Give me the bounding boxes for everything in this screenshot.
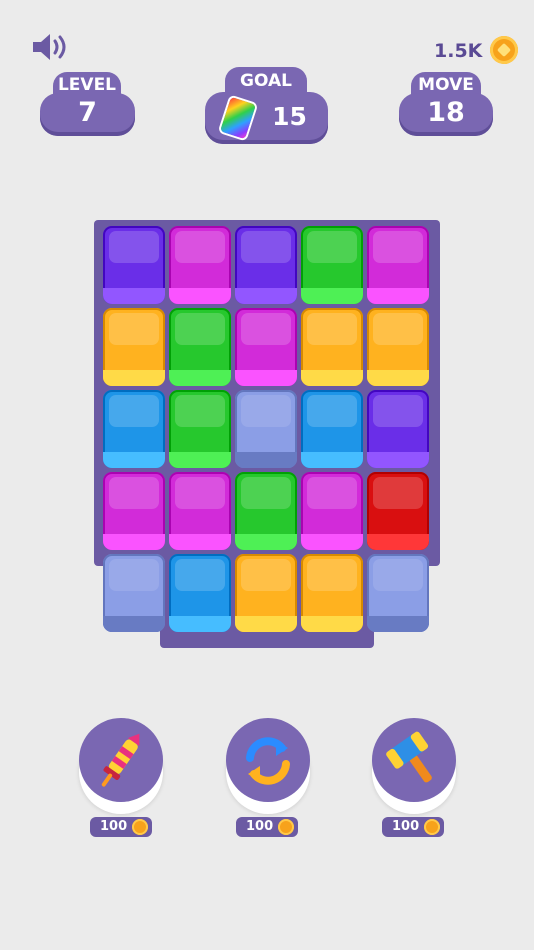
coin-icon — [490, 36, 518, 64]
magenta-jelly-tile[interactable] — [169, 472, 231, 550]
magenta-jelly-tile[interactable] — [301, 472, 363, 550]
purple-jelly-tile[interactable] — [235, 226, 297, 304]
red-jelly-tile[interactable] — [367, 472, 429, 550]
coin-icon — [278, 819, 294, 835]
magenta-jelly-tile[interactable] — [103, 472, 165, 550]
hammer-price: 100 — [382, 817, 444, 837]
orange-jelly-tile[interactable] — [301, 308, 363, 386]
move-label: MOVE — [418, 75, 474, 95]
hammer-icon — [386, 731, 432, 783]
magenta-jelly-tile[interactable] — [367, 226, 429, 304]
level-value: 7 — [78, 97, 97, 128]
blue-jelly-tile[interactable] — [301, 390, 363, 468]
blue-jelly-tile[interactable] — [169, 554, 231, 632]
green-jelly-tile[interactable] — [169, 390, 231, 468]
magenta-jelly-tile[interactable] — [169, 226, 231, 304]
shuffle-booster-button[interactable] — [226, 718, 310, 802]
empty-slot — [367, 554, 429, 632]
sound-button[interactable] — [30, 31, 72, 63]
blue-jelly-tile[interactable] — [103, 390, 165, 468]
level-label: LEVEL — [57, 75, 117, 95]
rainbow-card-icon — [220, 96, 256, 140]
purple-jelly-tile[interactable] — [367, 390, 429, 468]
rocket-booster-button[interactable] — [79, 718, 163, 802]
purple-jelly-tile[interactable] — [103, 226, 165, 304]
green-jelly-tile[interactable] — [235, 472, 297, 550]
rocket-icon — [101, 733, 140, 787]
coin-icon — [424, 819, 440, 835]
goal-value: 15 — [272, 102, 307, 131]
hammer-booster-button[interactable] — [372, 718, 456, 802]
coin-amount: 1.5K — [434, 40, 483, 62]
speaker-icon — [33, 34, 66, 60]
shuffle-price-text: 100 — [246, 819, 274, 834]
rocket-price: 100 — [90, 817, 152, 837]
coin-icon — [132, 819, 148, 835]
empty-slot — [103, 554, 165, 632]
green-jelly-tile[interactable] — [301, 226, 363, 304]
shuffle-icon — [246, 737, 290, 785]
coin-counter: 1.5K — [430, 36, 520, 66]
shuffle-price: 100 — [236, 817, 298, 837]
orange-jelly-tile[interactable] — [103, 308, 165, 386]
hammer-price-text: 100 — [392, 819, 420, 834]
magenta-jelly-tile[interactable] — [235, 308, 297, 386]
orange-jelly-tile[interactable] — [301, 554, 363, 632]
empty-slot — [235, 390, 297, 468]
rocket-price-text: 100 — [100, 819, 128, 834]
green-jelly-tile[interactable] — [169, 308, 231, 386]
move-value: 18 — [427, 97, 465, 128]
orange-jelly-tile[interactable] — [235, 554, 297, 632]
goal-label: GOAL — [240, 71, 292, 91]
orange-jelly-tile[interactable] — [367, 308, 429, 386]
